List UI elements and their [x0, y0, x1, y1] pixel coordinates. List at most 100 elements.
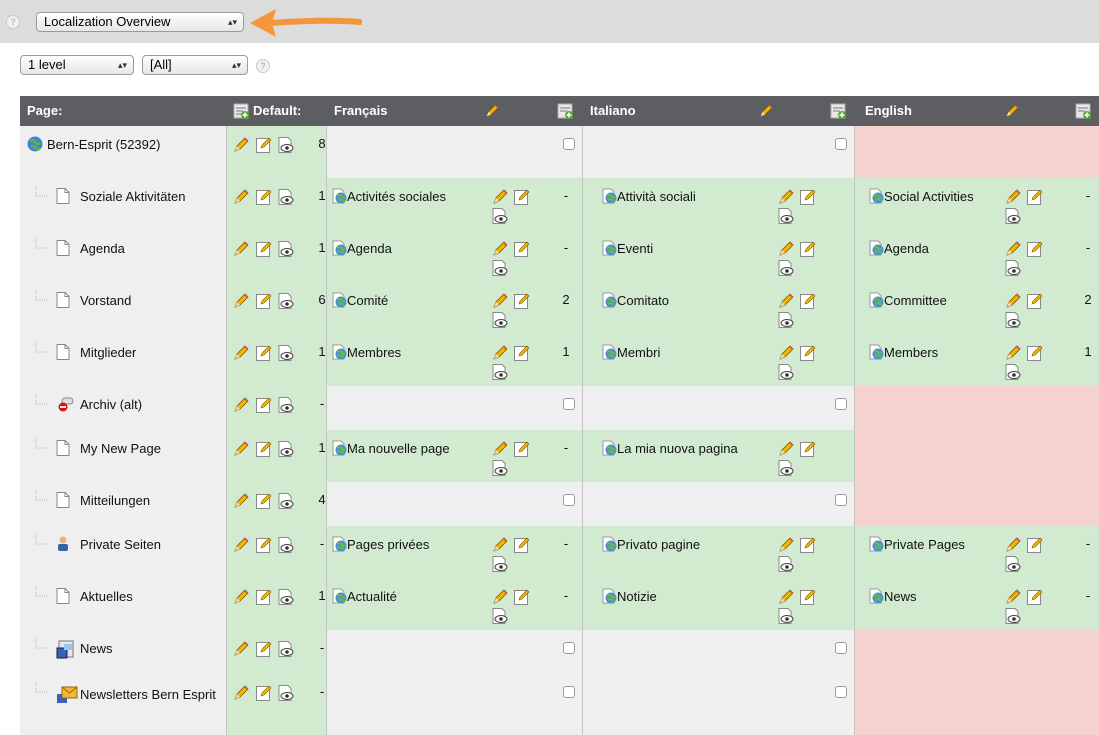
fr-create-checkbox[interactable] [563, 494, 575, 506]
edit-pencil-icon[interactable] [1004, 103, 1020, 119]
preview-icon[interactable] [277, 440, 295, 461]
edit-page-icon[interactable] [1026, 588, 1044, 609]
edit-page-icon[interactable] [255, 344, 273, 365]
globe-icon[interactable] [27, 136, 43, 155]
edit-pencil-icon[interactable] [1004, 536, 1022, 557]
preview-icon[interactable] [1004, 207, 1022, 228]
edit-page-icon[interactable] [1026, 240, 1044, 261]
en-title[interactable]: Agenda [868, 240, 1007, 257]
page-title[interactable]: Archiv (alt) [80, 396, 142, 413]
page-icon[interactable] [56, 344, 70, 363]
edit-pencil-icon[interactable] [232, 492, 250, 513]
it-create-checkbox[interactable] [835, 138, 847, 150]
preview-icon[interactable] [277, 536, 295, 557]
edit-page-icon[interactable] [255, 188, 273, 209]
function-select[interactable]: Localization Overview ▴▾ [36, 12, 244, 32]
help-icon[interactable]: ? [256, 59, 270, 73]
edit-page-icon[interactable] [1026, 344, 1044, 365]
edit-pencil-icon[interactable] [1004, 588, 1022, 609]
page-title[interactable]: Mitteilungen [80, 492, 150, 509]
preview-icon[interactable] [277, 292, 295, 313]
fr-title[interactable]: Pages privées [331, 536, 485, 553]
language-select[interactable]: [All] ▴▾ [142, 55, 248, 75]
fr-create-checkbox[interactable] [563, 138, 575, 150]
preview-icon[interactable] [491, 311, 509, 332]
edit-pencil-icon[interactable] [777, 536, 795, 557]
en-title[interactable]: Committee [868, 292, 1007, 309]
it-title[interactable]: Eventi [601, 240, 785, 257]
fr-create-checkbox[interactable] [563, 398, 575, 410]
preview-icon[interactable] [1004, 259, 1022, 280]
edit-pencil-icon[interactable] [491, 536, 509, 557]
preview-icon[interactable] [491, 459, 509, 480]
edit-pencil-icon[interactable] [232, 640, 250, 661]
page-icon[interactable] [56, 440, 70, 459]
page-title[interactable]: My New Page [80, 440, 161, 457]
edit-page-icon[interactable] [799, 292, 817, 313]
edit-page-icon[interactable] [255, 492, 273, 513]
fr-title[interactable]: Agenda [331, 240, 485, 257]
page-icon[interactable] [56, 240, 70, 259]
edit-page-icon[interactable] [255, 640, 273, 661]
edit-page-icon[interactable] [513, 188, 531, 209]
new-record-icon[interactable] [830, 103, 846, 119]
news-folder-icon[interactable] [56, 640, 78, 663]
it-title[interactable]: Attività sociali [601, 188, 785, 205]
edit-page-icon[interactable] [255, 684, 273, 705]
new-record-icon[interactable] [233, 103, 249, 119]
edit-pencil-icon[interactable] [1004, 240, 1022, 261]
preview-icon[interactable] [277, 640, 295, 661]
edit-pencil-icon[interactable] [491, 440, 509, 461]
edit-page-icon[interactable] [255, 292, 273, 313]
edit-pencil-icon[interactable] [484, 103, 500, 119]
help-icon[interactable]: ? [6, 15, 20, 29]
page-title[interactable]: Aktuelles [80, 588, 133, 605]
page-title[interactable]: Soziale Aktivitäten [80, 188, 186, 205]
edit-pencil-icon[interactable] [232, 188, 250, 209]
edit-page-icon[interactable] [255, 136, 273, 157]
edit-pencil-icon[interactable] [491, 344, 509, 365]
edit-page-icon[interactable] [799, 240, 817, 261]
edit-pencil-icon[interactable] [232, 292, 250, 313]
it-title[interactable]: Privato pagine [601, 536, 785, 553]
preview-icon[interactable] [491, 259, 509, 280]
edit-page-icon[interactable] [513, 292, 531, 313]
preview-icon[interactable] [491, 207, 509, 228]
edit-pencil-icon[interactable] [491, 588, 509, 609]
edit-pencil-icon[interactable] [232, 588, 250, 609]
it-create-checkbox[interactable] [835, 494, 847, 506]
edit-pencil-icon[interactable] [232, 396, 250, 417]
edit-page-icon[interactable] [799, 588, 817, 609]
page-title[interactable]: Newsletters Bern Esprit [20, 686, 220, 703]
it-create-checkbox[interactable] [835, 642, 847, 654]
page-icon[interactable] [56, 588, 70, 607]
fr-title[interactable]: Comité [331, 292, 485, 309]
depth-select[interactable]: 1 level ▴▾ [20, 55, 134, 75]
en-title[interactable]: Private Pages [868, 536, 1007, 553]
it-title[interactable]: Notizie [601, 588, 785, 605]
page-title[interactable]: Mitglieder [80, 344, 136, 361]
edit-pencil-icon[interactable] [777, 588, 795, 609]
preview-icon[interactable] [491, 363, 509, 384]
edit-pencil-icon[interactable] [1004, 292, 1022, 313]
preview-icon[interactable] [1004, 363, 1022, 384]
edit-page-icon[interactable] [513, 588, 531, 609]
edit-pencil-icon[interactable] [491, 240, 509, 261]
edit-page-icon[interactable] [1026, 536, 1044, 557]
page-icon[interactable] [56, 492, 70, 511]
fr-title[interactable]: Ma nouvelle page [331, 440, 485, 457]
fr-title[interactable]: Actualité [331, 588, 485, 605]
user-page-icon[interactable] [56, 536, 70, 555]
preview-icon[interactable] [277, 188, 295, 209]
edit-page-icon[interactable] [513, 240, 531, 261]
en-title[interactable]: News [868, 588, 1007, 605]
preview-icon[interactable] [777, 311, 795, 332]
edit-pencil-icon[interactable] [232, 440, 250, 461]
it-create-checkbox[interactable] [835, 398, 847, 410]
edit-page-icon[interactable] [255, 396, 273, 417]
preview-icon[interactable] [777, 207, 795, 228]
page-title[interactable]: Agenda [80, 240, 125, 257]
edit-page-icon[interactable] [513, 440, 531, 461]
edit-page-icon[interactable] [255, 240, 273, 261]
preview-icon[interactable] [277, 136, 295, 157]
